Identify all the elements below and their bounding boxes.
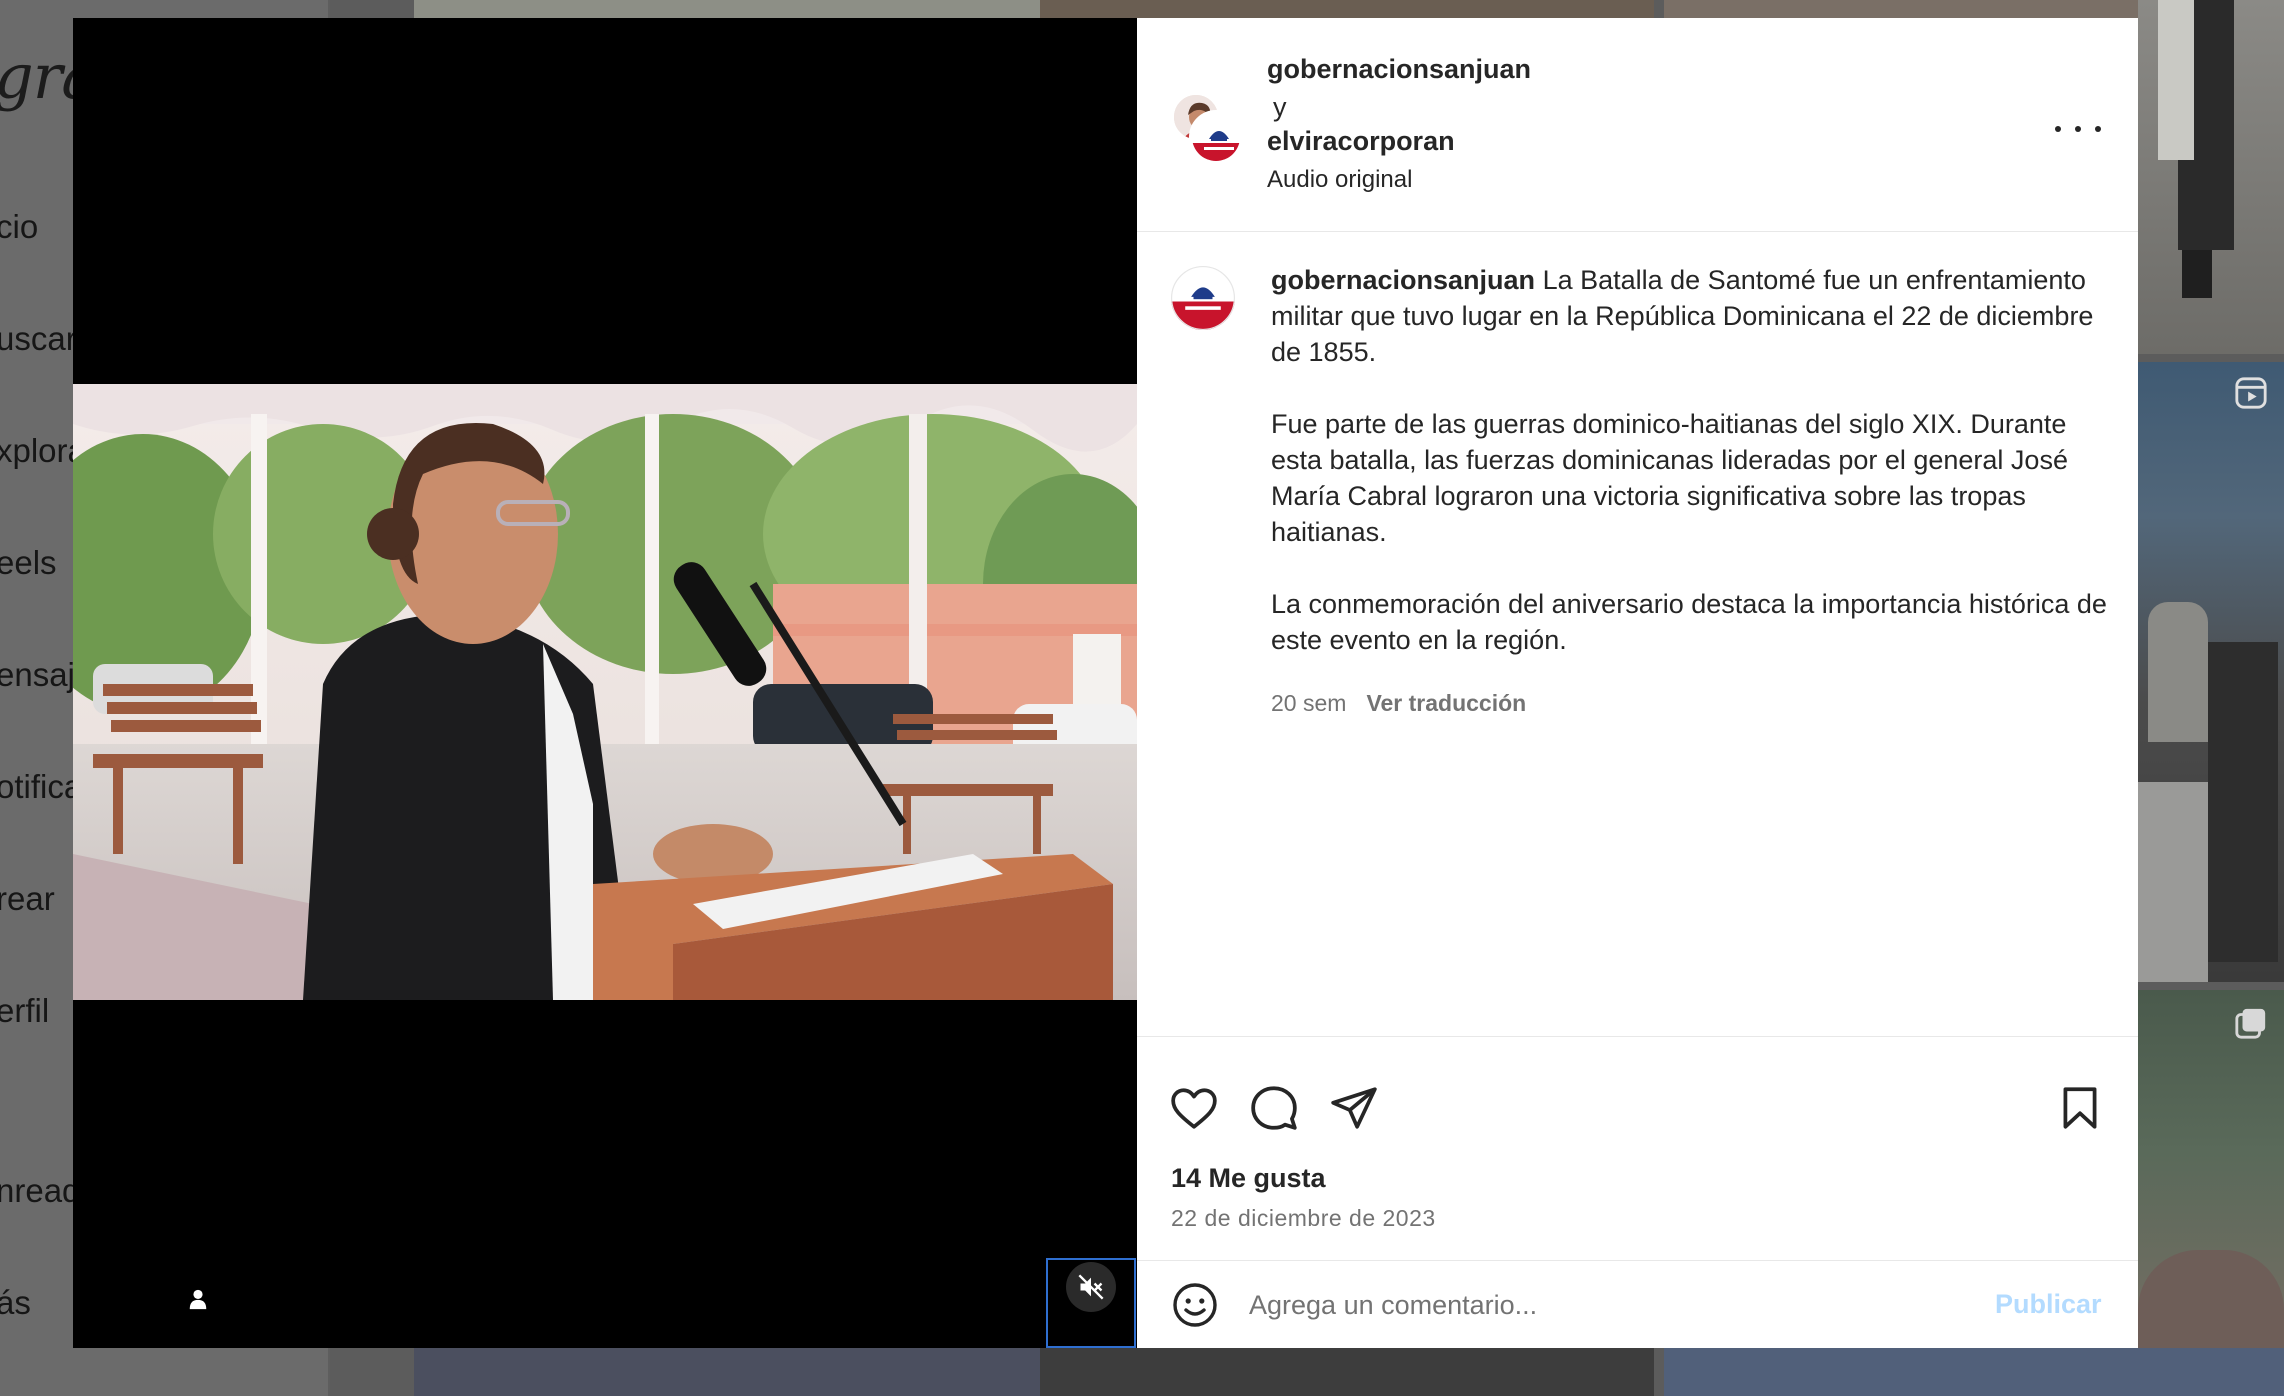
- translate-link[interactable]: Ver traducción: [1366, 690, 1526, 716]
- collab-avatars[interactable]: [1171, 92, 1243, 164]
- mute-toggle-button[interactable]: [1046, 1258, 1136, 1348]
- caption-paragraph: Fue parte de las guerras dominico-haitia…: [1271, 409, 2068, 547]
- comment-bubble-icon[interactable]: [1249, 1083, 1299, 1133]
- avatar[interactable]: [1189, 110, 1243, 164]
- user-tag-icon: [189, 1289, 207, 1310]
- author-joiner: y: [1273, 92, 1287, 122]
- caption-meta: 20 sem Ver traducción: [1271, 690, 1526, 717]
- caption-section: gobernacionsanjuan La Batalla de Santomé…: [1137, 232, 2138, 1036]
- more-options-button[interactable]: [2055, 114, 2101, 144]
- post-date: 22 de diciembre de 2023: [1171, 1205, 1436, 1231]
- comment-input[interactable]: [1249, 1285, 1949, 1325]
- post-actions: 14 Me gusta 22 de diciembre de 2023: [1137, 1036, 2138, 1261]
- smiley-icon[interactable]: [1171, 1281, 1219, 1329]
- speaker-muted-icon: [1078, 1274, 1104, 1300]
- bookmark-icon[interactable]: [2055, 1083, 2105, 1133]
- post-age[interactable]: 20 sem: [1271, 690, 1346, 716]
- publish-button[interactable]: Publicar: [1995, 1289, 2102, 1320]
- paper-plane-icon[interactable]: [1329, 1083, 1379, 1133]
- video-frame[interactable]: [73, 384, 1137, 1000]
- post-details-panel: gobernacionsanjuan y elviracorporan Audi…: [1137, 18, 2138, 1348]
- collaborator-username[interactable]: elviracorporan: [1267, 126, 1455, 157]
- caption-avatar[interactable]: [1171, 266, 1235, 330]
- audio-link[interactable]: Audio original: [1267, 166, 1412, 194]
- caption-paragraph: La conmemoración del aniversario destaca…: [1271, 589, 2107, 655]
- more-options-icon: [2095, 126, 2101, 132]
- author-username[interactable]: gobernacionsanjuan: [1267, 54, 1531, 85]
- video-player[interactable]: [73, 18, 1137, 1348]
- mute-indicator: [1066, 1262, 1116, 1312]
- more-options-icon: [2055, 126, 2061, 132]
- heart-icon[interactable]: [1169, 1083, 1219, 1133]
- caption-text: gobernacionsanjuan La Batalla de Santomé…: [1271, 262, 2111, 658]
- more-options-icon: [2075, 126, 2081, 132]
- avatar-image: [1192, 113, 1240, 161]
- video-still-image: [73, 384, 1137, 1000]
- caption-username[interactable]: gobernacionsanjuan: [1271, 265, 1535, 295]
- post-header: gobernacionsanjuan y elviracorporan Audi…: [1137, 18, 2138, 232]
- avatar-image: [1171, 266, 1235, 330]
- comment-composer: Publicar: [1137, 1261, 2138, 1348]
- tagged-users-button[interactable]: [181, 1282, 215, 1316]
- like-count[interactable]: 14 Me gusta: [1171, 1163, 1326, 1194]
- caption-paragraph: gobernacionsanjuan La Batalla de Santomé…: [1271, 262, 2111, 370]
